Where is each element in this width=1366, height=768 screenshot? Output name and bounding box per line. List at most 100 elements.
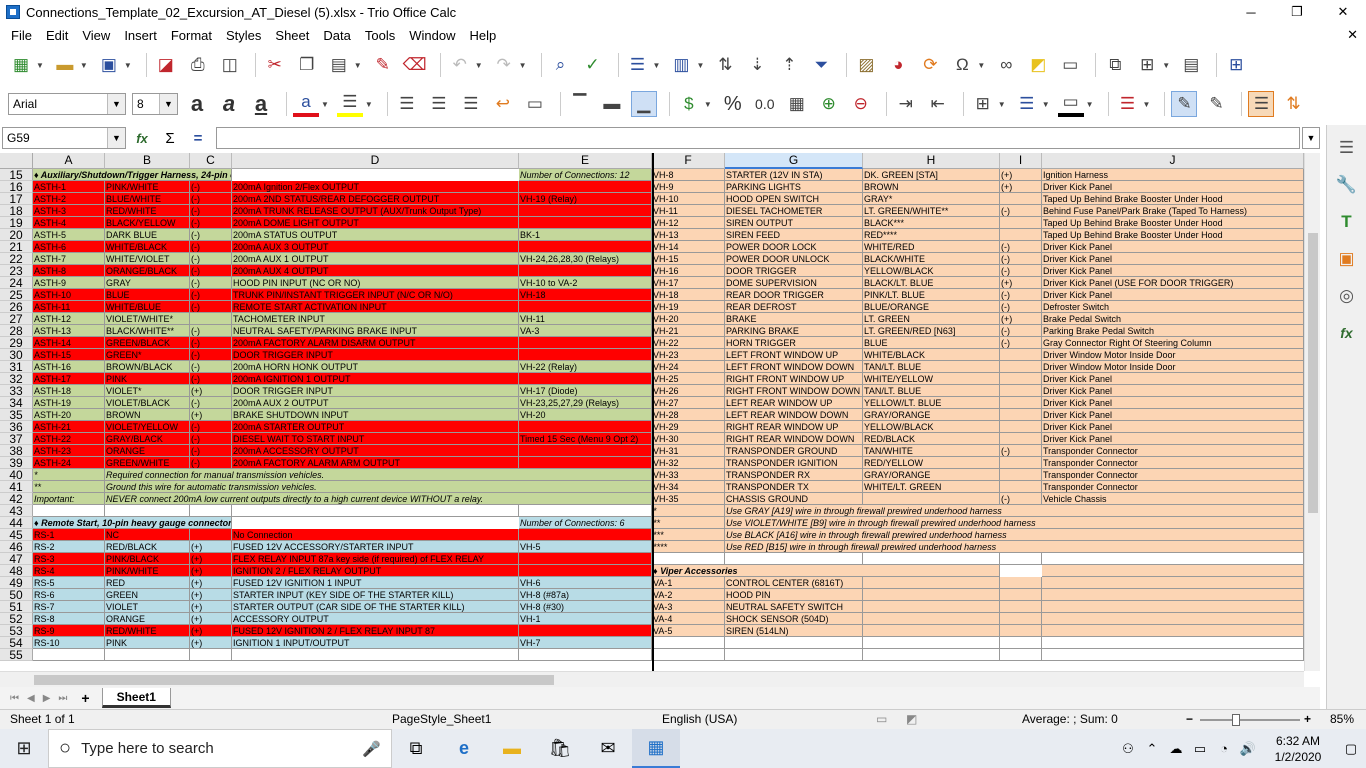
formula-input[interactable] <box>216 127 1300 149</box>
cell[interactable]: (-) <box>1000 325 1042 337</box>
freeze-rows-columns-icon[interactable]: ⊞ <box>1134 52 1160 78</box>
track-changes-icon[interactable]: ✎ <box>1203 91 1229 117</box>
cell[interactable]: HOOD PIN <box>725 589 863 601</box>
cell[interactable]: 200mA FACTORY ALARM ARM OUTPUT <box>232 457 519 469</box>
properties-icon[interactable]: 🔧 <box>1334 172 1360 198</box>
cell[interactable] <box>652 637 725 649</box>
cell[interactable] <box>725 637 863 649</box>
cell[interactable]: RS-6 <box>33 589 105 601</box>
cell[interactable]: (+) <box>190 601 232 613</box>
zoom-level[interactable]: 85% <box>1330 712 1354 726</box>
comment-icon[interactable]: ◩ <box>1025 52 1051 78</box>
cell[interactable]: (-) <box>190 349 232 361</box>
navigator-icon[interactable]: ◎ <box>1334 283 1360 309</box>
cell[interactable] <box>1000 433 1042 445</box>
first-sheet-icon[interactable]: ⏮ <box>10 693 19 704</box>
column-header-g[interactable]: G <box>725 153 863 169</box>
cell[interactable]: (+) <box>190 553 232 565</box>
cell[interactable]: (-) <box>1000 337 1042 349</box>
cell[interactable]: VA-2 <box>652 589 725 601</box>
taskbar-search[interactable]: ○ Type here to search 🎤 <box>48 729 392 768</box>
menu-view[interactable]: View <box>75 28 117 43</box>
cell[interactable]: Ground this wire for automatic transmiss… <box>105 481 652 493</box>
cell[interactable]: CONTROL CENTER (6816T) <box>725 577 863 589</box>
cell[interactable]: BRAKE <box>725 313 863 325</box>
cell[interactable]: ORANGE <box>105 613 190 625</box>
cell[interactable]: PINK/BLACK <box>105 553 190 565</box>
cell[interactable]: ** <box>652 517 725 529</box>
cell[interactable]: Required connection for manual transmiss… <box>105 469 652 481</box>
cell[interactable]: (-) <box>190 265 232 277</box>
cell[interactable]: VH-13 <box>652 229 725 241</box>
cell[interactable]: (-) <box>190 433 232 445</box>
cell[interactable]: VH-5 <box>519 541 652 553</box>
cell[interactable]: (-) <box>1000 493 1042 505</box>
cell[interactable]: Use VIOLET/WHITE [B9] wire in through fi… <box>725 517 1304 529</box>
show-draw-functions-icon[interactable]: ⊞ <box>1223 52 1249 78</box>
cell[interactable]: ♦ Auxiliary/Shutdown/Trigger Harness, 24… <box>33 169 232 181</box>
font-color-dropdown-icon[interactable]: ▼ <box>321 100 329 109</box>
cell[interactable]: VH-22 (Relay) <box>519 361 652 373</box>
cell[interactable]: ASTH-16 <box>33 361 105 373</box>
styles-icon[interactable]: T <box>1334 209 1360 235</box>
cell[interactable]: RED/YELLOW <box>863 457 1000 469</box>
export-pdf-icon[interactable]: ◪ <box>153 52 179 78</box>
cell[interactable]: (-) <box>190 361 232 373</box>
cell[interactable]: RIGHT REAR WINDOW DOWN <box>725 433 863 445</box>
cell[interactable]: Behind Fuse Panel/Park Brake (Taped To H… <box>1042 205 1304 217</box>
cell[interactable]: VH-8 (#30) <box>519 601 652 613</box>
cell[interactable] <box>519 421 652 433</box>
cell[interactable] <box>863 553 1000 565</box>
cell[interactable]: (+) <box>1000 313 1042 325</box>
cell[interactable]: 200mA STATUS OUTPUT <box>232 229 519 241</box>
font-size-combo[interactable]: 8 ▼ <box>132 93 178 115</box>
cell[interactable]: STARTER INPUT (KEY SIDE OF THE STARTER K… <box>232 589 519 601</box>
cell[interactable] <box>1042 625 1304 637</box>
cell[interactable]: Driver Kick Panel <box>1042 265 1304 277</box>
cell[interactable]: BLACK*** <box>863 217 1000 229</box>
cell[interactable]: LEFT FRONT WINDOW UP <box>725 349 863 361</box>
cell[interactable]: 200mA 2ND STATUS/REAR DEFOGGER OUTPUT <box>232 193 519 205</box>
cell[interactable]: VH-15 <box>652 253 725 265</box>
cell[interactable] <box>1000 385 1042 397</box>
cell[interactable]: NEUTRAL SAFETY SWITCH <box>725 601 863 613</box>
cell[interactable]: 200mA AUX 4 OUTPUT <box>232 265 519 277</box>
border-style-dropdown-icon[interactable]: ▼ <box>1042 100 1050 109</box>
cut-icon[interactable]: ✂ <box>262 52 288 78</box>
cell[interactable]: VIOLET* <box>105 385 190 397</box>
cell[interactable] <box>190 313 232 325</box>
cell[interactable]: DOOR TRIGGER INPUT <box>232 385 519 397</box>
cell[interactable]: Parking Brake Pedal Switch <box>1042 325 1304 337</box>
italic-icon[interactable]: a <box>216 91 242 117</box>
cell[interactable]: VH-8 <box>652 169 725 181</box>
spreadsheet-grid[interactable]: ABCDEFGHIJ 15 ♦ Auxiliary/Shutdown/Trigge… <box>0 153 1320 671</box>
notifications-icon[interactable]: ▢ <box>1336 741 1366 757</box>
cell[interactable]: VH-9 <box>652 181 725 193</box>
cell[interactable]: *** <box>652 529 725 541</box>
cell[interactable]: LEFT FRONT WINDOW DOWN <box>725 361 863 373</box>
expand-formula-icon[interactable]: ▼ <box>1302 127 1320 149</box>
cell[interactable]: ** <box>33 481 105 493</box>
cell[interactable] <box>232 505 519 517</box>
mail-icon[interactable]: ✉ <box>584 729 632 768</box>
save-dropdown-icon[interactable]: ▼ <box>124 61 132 70</box>
cell[interactable]: BROWN <box>863 181 1000 193</box>
cell[interactable]: PINK/WHITE <box>105 565 190 577</box>
currency-dropdown-icon[interactable]: ▼ <box>704 100 712 109</box>
cell[interactable]: DARK BLUE <box>105 229 190 241</box>
cell[interactable]: SIREN (514LN) <box>725 625 863 637</box>
gallery-icon[interactable]: ▣ <box>1334 246 1360 272</box>
cell[interactable]: FUSED 12V IGNITION 2 / FLEX RELAY INPUT … <box>232 625 519 637</box>
cell[interactable]: ASTH-18 <box>33 385 105 397</box>
cell[interactable]: Driver Kick Panel <box>1042 397 1304 409</box>
menu-help[interactable]: Help <box>462 28 503 43</box>
sidebar-toggle-icon[interactable]: ☰ <box>1248 91 1275 117</box>
cell[interactable]: RS-2 <box>33 541 105 553</box>
cell[interactable]: (-) <box>190 457 232 469</box>
cell[interactable]: HORN TRIGGER <box>725 337 863 349</box>
align-bottom-icon[interactable]: ▁ <box>630 91 657 117</box>
cell[interactable]: **** <box>652 541 725 553</box>
cell[interactable]: ASTH-12 <box>33 313 105 325</box>
cell[interactable] <box>1000 193 1042 205</box>
cell[interactable]: LT. GREEN/RED [N63] <box>863 325 1000 337</box>
